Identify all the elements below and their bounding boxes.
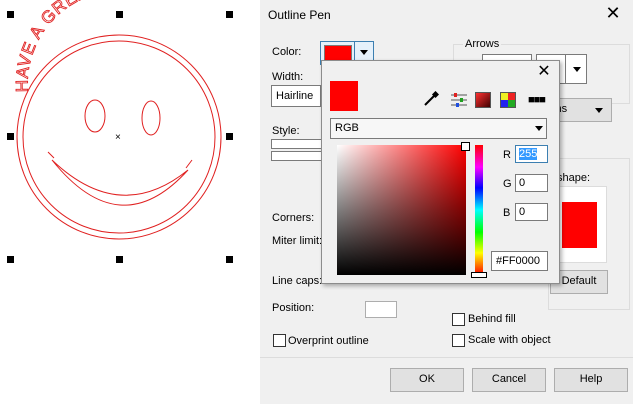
chevron-down-icon [535, 126, 543, 131]
r-label: R [503, 149, 511, 161]
close-icon[interactable]: ✕ [604, 4, 622, 22]
behind-fill-label: Behind fill [468, 313, 516, 325]
dash-dropdown[interactable] [271, 151, 326, 161]
scale-with-object-label: Scale with object [468, 334, 551, 346]
right-eye [141, 100, 161, 136]
arrows-label: Arrows [463, 38, 502, 50]
green-field[interactable]: 0 [515, 174, 548, 192]
nib-shape-swatch [562, 202, 597, 248]
chevron-down-icon [360, 50, 368, 55]
selection-handle[interactable] [116, 11, 123, 18]
selection-handle[interactable] [226, 133, 233, 140]
hex-field[interactable]: #FF0000 [491, 251, 548, 271]
red-value: 255 [519, 148, 538, 160]
behind-fill-checkbox[interactable] [452, 313, 465, 326]
selection-handle[interactable] [226, 256, 233, 263]
overprint-outline-label: Overprint outline [288, 335, 369, 347]
drawing-canvas[interactable]: HAVE A GREAT DAY! × [0, 0, 261, 403]
left-eye [84, 99, 106, 133]
color-viewer-icon[interactable] [475, 92, 491, 108]
selection-handle[interactable] [226, 11, 233, 18]
position-buttons[interactable] [365, 301, 397, 318]
hue-slider[interactable] [475, 145, 483, 275]
selection-handle[interactable] [7, 11, 14, 18]
saturation-value-area[interactable] [337, 145, 466, 275]
smile-mouth [51, 159, 189, 206]
center-marker: × [115, 132, 121, 143]
color-swatch [324, 45, 352, 61]
color-model-dropdown[interactable]: RGB [330, 118, 547, 139]
help-button[interactable]: Help [554, 368, 628, 392]
line-caps-label: Line caps: [272, 275, 323, 287]
palette-grid-icon[interactable] [500, 92, 516, 108]
g-label: G [503, 178, 512, 190]
ok-button[interactable]: OK [390, 368, 464, 392]
more-options-icon[interactable]: ■■■ [528, 94, 546, 106]
nib-shape-preview [557, 186, 607, 263]
red-field[interactable]: 255 [515, 145, 548, 163]
blue-field[interactable]: 0 [515, 203, 548, 221]
color-model-value: RGB [335, 122, 359, 134]
color-area-handle[interactable] [461, 142, 470, 151]
nib-shape-label: shape: [557, 172, 591, 184]
selection-handle[interactable] [7, 133, 14, 140]
end-arrow-dropdown-button[interactable] [565, 54, 587, 84]
cancel-button[interactable]: Cancel [472, 368, 546, 392]
close-icon[interactable]: ✕ [535, 63, 553, 81]
color-label: Color: [272, 46, 302, 58]
b-label: B [503, 207, 511, 219]
color-sliders-icon[interactable] [450, 92, 468, 108]
width-field[interactable]: Hairline [271, 85, 321, 107]
selection-handle[interactable] [116, 256, 123, 263]
overprint-outline-checkbox[interactable] [273, 334, 286, 347]
eyedropper-icon[interactable] [423, 91, 439, 107]
current-color-swatch [330, 81, 358, 111]
smile-mouth-inner [47, 151, 193, 169]
color-picker-popup: ✕ ■■■ RGB R 255 G 0 B 0 #FF0000 [321, 60, 560, 284]
corners-label: Corners: [272, 212, 315, 224]
position-label: Position: [272, 302, 315, 314]
curved-greeting-text: HAVE A GREAT DAY! [13, 0, 152, 92]
width-label: Width: [272, 71, 304, 83]
selection-handle[interactable] [7, 256, 14, 263]
miter-limit-label: Miter limit: [272, 235, 323, 247]
smiley-drawing[interactable]: HAVE A GREAT DAY! × [0, 0, 260, 403]
style-dropdown[interactable] [271, 139, 326, 149]
style-label: Style: [272, 125, 300, 137]
scale-with-object-checkbox[interactable] [452, 334, 465, 347]
hue-slider-handle[interactable] [471, 272, 487, 278]
dialog-title: Outline Pen [268, 8, 331, 22]
